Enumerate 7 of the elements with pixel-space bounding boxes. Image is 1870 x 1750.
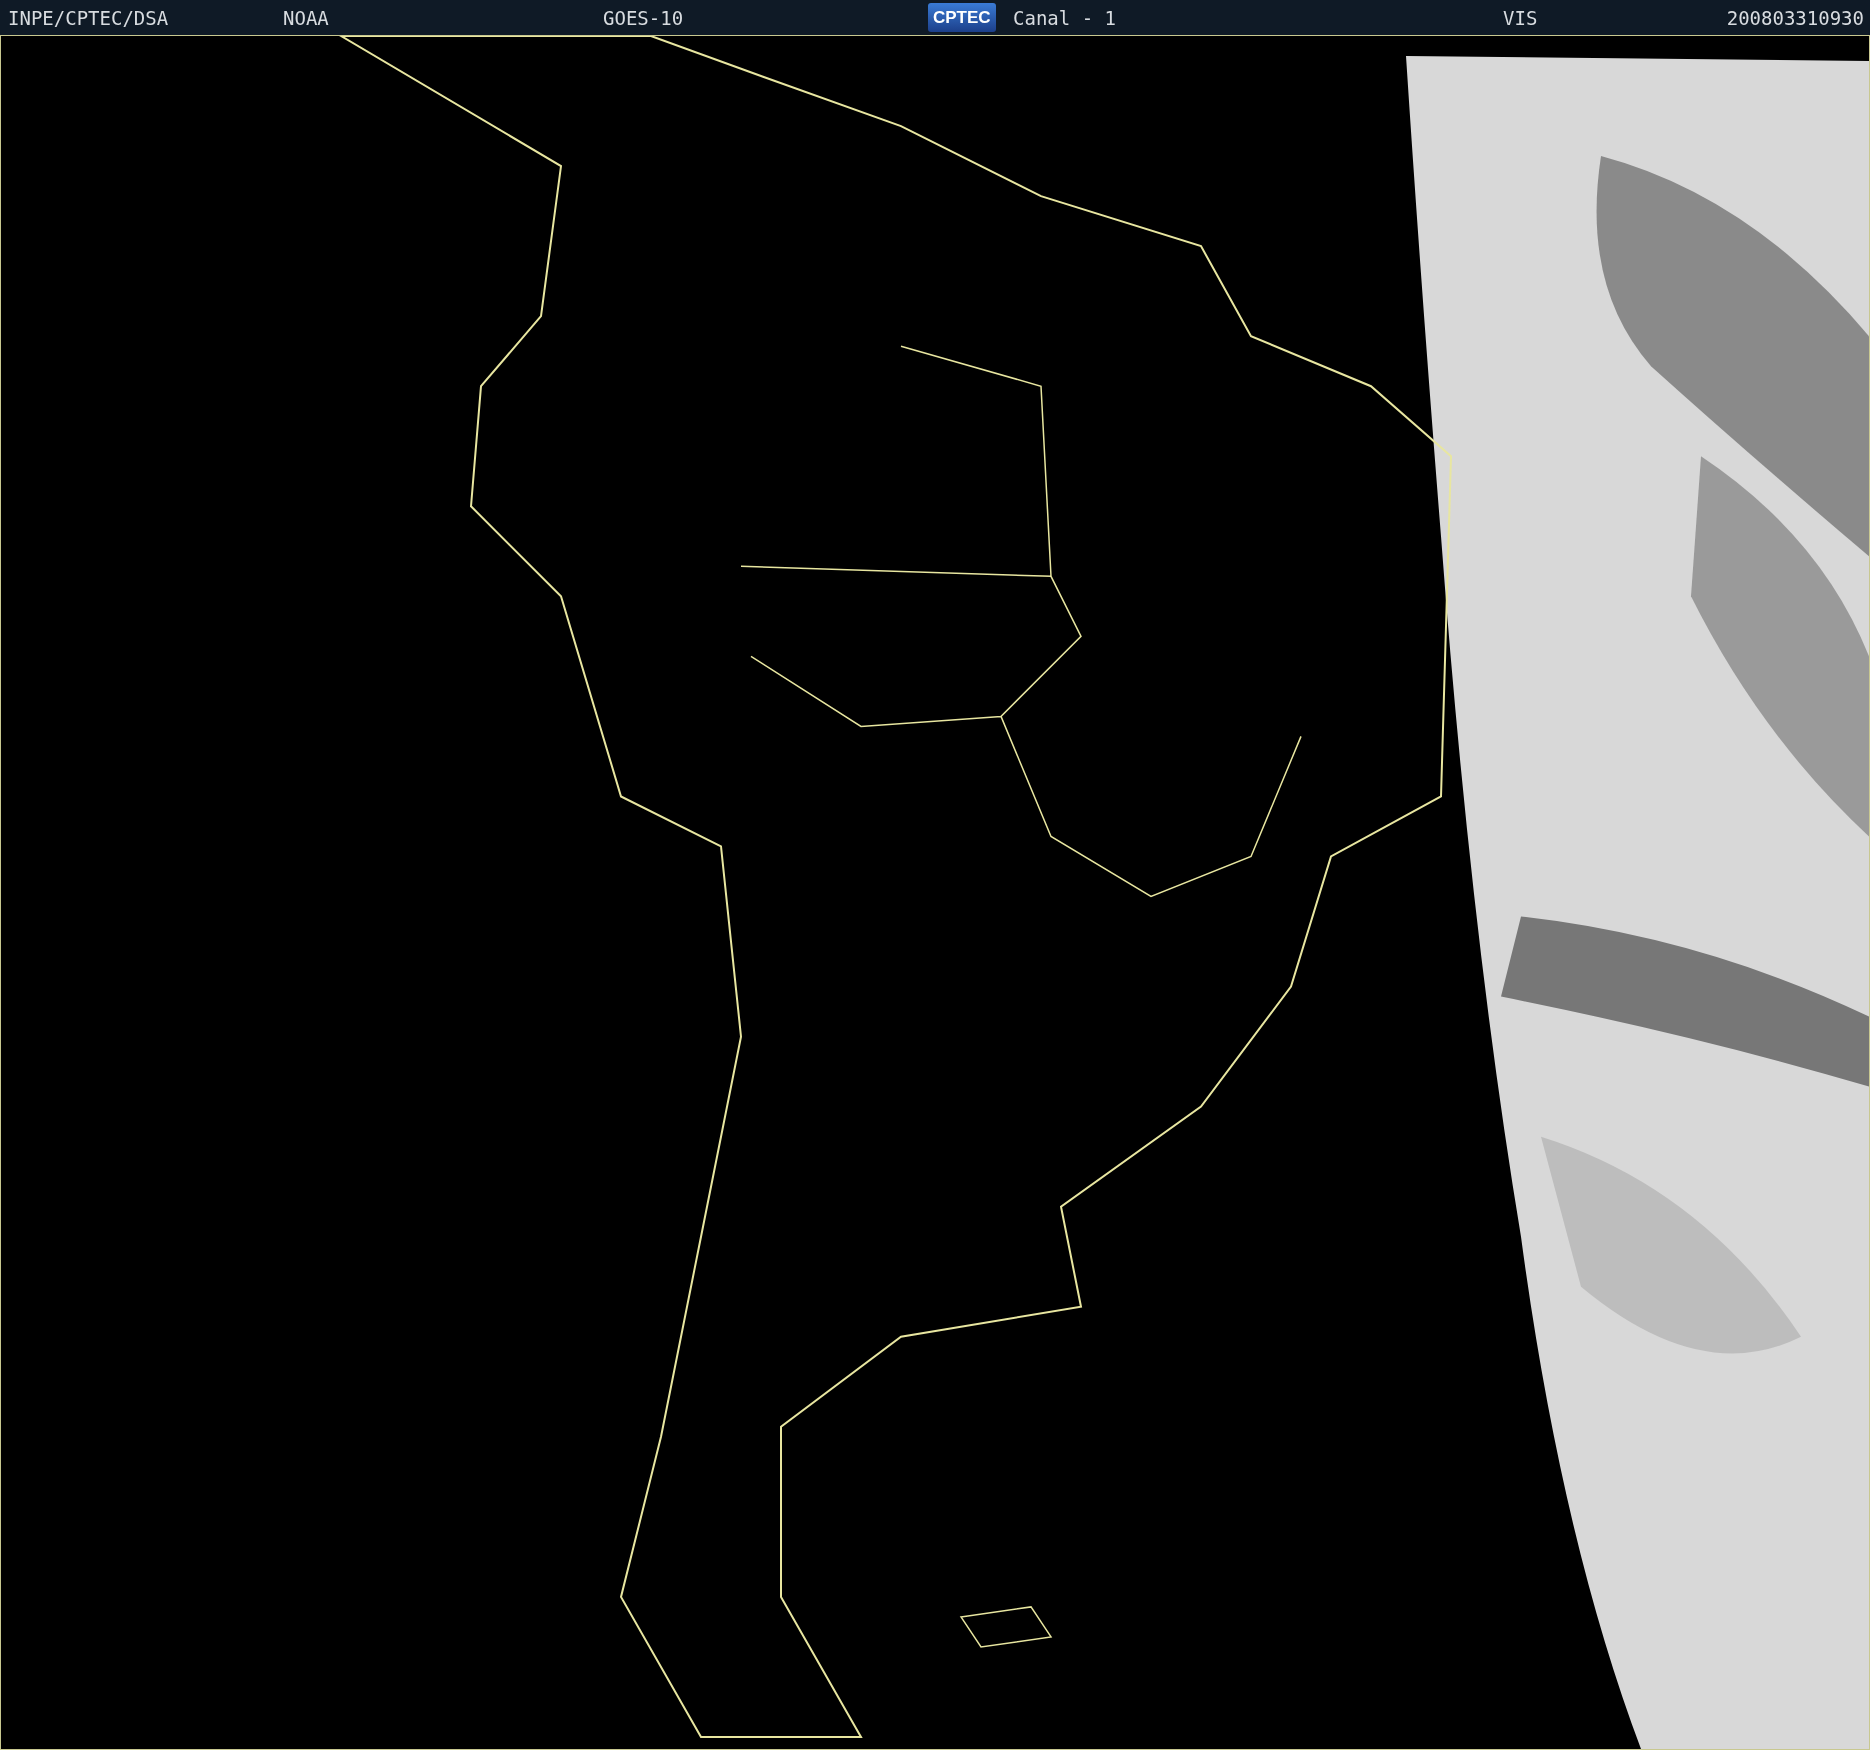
timestamp-label: 200803310930	[1726, 6, 1865, 29]
channel-label: Canal - 1	[1013, 6, 1117, 29]
agency-label: NOAA	[283, 6, 330, 29]
band-label: VIS	[1503, 6, 1539, 29]
source-label: INPE/CPTEC/DSA	[8, 6, 170, 29]
satellite-label: GOES-10	[603, 6, 685, 29]
logo: CPTEC	[928, 3, 996, 32]
